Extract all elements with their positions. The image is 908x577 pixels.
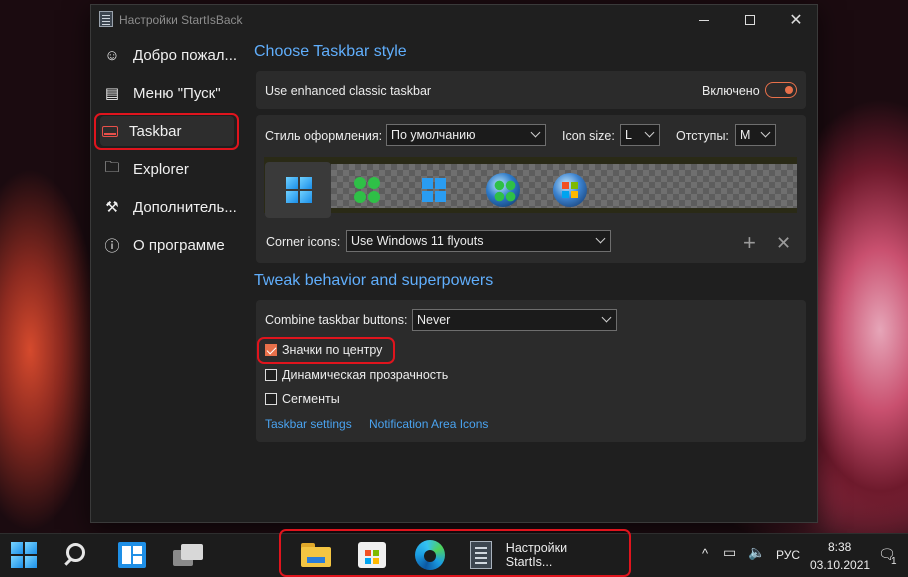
sidebar-item-explorer[interactable]: 🗀 Explorer (102, 154, 240, 184)
enhanced-taskbar-label: Use enhanced classic taskbar (265, 84, 432, 98)
spacing-select[interactable]: M (735, 124, 776, 146)
clover-icon (494, 180, 516, 202)
combine-buttons-label: Combine taskbar buttons: (265, 313, 408, 327)
widgets-icon (118, 542, 146, 568)
store-icon (358, 542, 386, 568)
taskbar-app-label: Настройки StartIs... (505, 541, 568, 569)
center-icons-label: Значки по центру (282, 343, 383, 357)
clock-time[interactable]: 8:38 (828, 540, 851, 554)
plus-icon[interactable]: + (743, 232, 756, 254)
combine-buttons-value: Never (417, 313, 451, 327)
folder-icon: 🗀 (104, 158, 120, 176)
sidebar-item-start-menu[interactable]: ▤ Меню "Пуск" (102, 78, 240, 108)
file-explorer-button[interactable] (298, 533, 334, 577)
sidebar-item-label: Добро пожал... (133, 46, 238, 64)
windows-11-logo-icon (286, 177, 312, 203)
search-button[interactable] (58, 533, 94, 577)
enhanced-taskbar-toggle[interactable] (765, 82, 797, 98)
maximize-icon (745, 15, 755, 25)
window-title: Настройки StartIsBack (119, 13, 243, 27)
title-bar[interactable]: Настройки StartIsBack ✕ (91, 5, 817, 35)
center-icons-checkbox[interactable] (265, 344, 277, 356)
task-view-icon (173, 542, 203, 568)
close-button[interactable]: ✕ (773, 5, 819, 35)
wrench-icon: ⚒ (105, 199, 119, 216)
search-icon (63, 542, 89, 568)
spacing-label: Отступы: (676, 129, 729, 143)
sidebar-item-label: Меню "Пуск" (133, 84, 221, 102)
close-icon: ✕ (789, 12, 803, 29)
notification-area-icons-link[interactable]: Notification Area Icons (369, 417, 488, 431)
windows-logo-icon (11, 542, 37, 568)
sidebar-item-label: Explorer (133, 160, 189, 178)
windows-7-orb-icon[interactable] (553, 173, 587, 207)
smile-icon: ☺ (104, 46, 120, 64)
sidebar-item-label: Taskbar (129, 122, 182, 140)
icon-size-select[interactable]: L (620, 124, 660, 146)
corner-icons-value: Use Windows 11 flyouts (351, 234, 484, 248)
icon-size-value: L (625, 128, 632, 142)
app-icon (470, 541, 492, 569)
dynamic-transparency-checkbox[interactable] (265, 369, 277, 381)
volume-icon[interactable]: 🔈 (748, 544, 765, 561)
dynamic-transparency-label: Динамическая прозрачность (282, 368, 449, 382)
spacing-value: M (740, 128, 751, 142)
sidebar-item-advanced[interactable]: ⚒ Дополнитель... (102, 192, 240, 222)
network-icon[interactable]: ▭ (723, 544, 736, 561)
clover-orb-icon[interactable] (486, 173, 520, 207)
sidebar-item-label: О программе (133, 236, 225, 254)
chevron-down-icon (601, 312, 612, 323)
clock-date[interactable]: 03.10.2021 (810, 558, 870, 572)
widgets-button[interactable] (114, 533, 150, 577)
start-button[interactable] (6, 533, 42, 577)
section-title-behavior: Tweak behavior and superpowers (254, 272, 494, 289)
app-icon (99, 11, 113, 27)
style-select[interactable]: По умолчанию (386, 124, 546, 146)
maximize-button[interactable] (727, 5, 773, 35)
sidebar-item-taskbar[interactable]: Taskbar (100, 116, 234, 146)
chevron-down-icon (644, 127, 655, 138)
section-title-taskbar-style: Choose Taskbar style (254, 43, 407, 60)
segments-label: Сегменты (282, 392, 340, 406)
edge-button[interactable] (412, 533, 448, 577)
task-view-button[interactable] (170, 533, 206, 577)
chevron-down-icon (530, 127, 541, 138)
icon-size-label: Icon size: (562, 129, 615, 143)
taskbar-settings-link[interactable]: Taskbar settings (265, 417, 352, 431)
x-icon[interactable]: ✕ (776, 233, 791, 253)
startisback-settings-taskbar-button[interactable]: Настройки StartIs... (466, 533, 616, 577)
corner-icons-select[interactable]: Use Windows 11 flyouts (346, 230, 611, 252)
notification-count: 1 (891, 556, 897, 567)
sidebar-item-label: Дополнитель... (133, 198, 237, 216)
chevron-down-icon (595, 233, 606, 244)
folder-icon (301, 543, 331, 567)
minimize-icon (699, 19, 709, 21)
edge-icon (415, 540, 445, 570)
taskbar-icon (102, 125, 118, 137)
sidebar-item-about[interactable]: ⓘ О программе (102, 230, 240, 260)
minimize-button[interactable] (681, 5, 727, 35)
start-menu-icon: ▤ (104, 85, 120, 102)
toggle-knob (785, 85, 793, 94)
sidebar-item-welcome[interactable]: ☺ Добро пожал... (102, 40, 240, 70)
style-select-value: По умолчанию (391, 128, 476, 142)
chevron-up-icon[interactable]: ^ (702, 546, 708, 561)
style-label: Стиль оформления: (265, 129, 383, 143)
language-indicator[interactable]: РУС (776, 548, 800, 562)
clover-logo-icon[interactable] (354, 177, 380, 203)
segments-checkbox[interactable] (265, 393, 277, 405)
chevron-down-icon (760, 127, 771, 138)
windows-10-logo-icon[interactable] (422, 178, 446, 202)
enhanced-taskbar-state: Включено (702, 84, 760, 98)
store-button[interactable] (354, 533, 390, 577)
info-icon: ⓘ (104, 237, 120, 255)
corner-icons-label: Corner icons: (266, 235, 341, 249)
combine-buttons-select[interactable]: Never (412, 309, 617, 331)
